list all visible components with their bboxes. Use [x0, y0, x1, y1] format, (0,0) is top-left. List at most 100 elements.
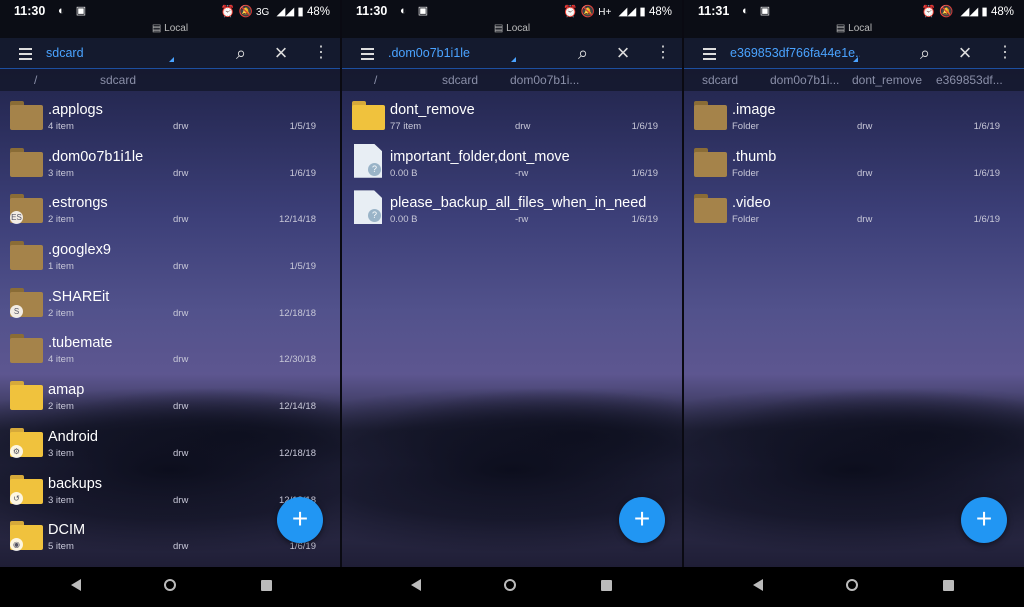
search-icon[interactable]: ⌕: [230, 42, 252, 64]
home-circle-icon[interactable]: [160, 577, 180, 597]
network-type: 3G: [255, 7, 270, 18]
add-fab-button[interactable]: +: [619, 497, 665, 543]
alarm-icon: ⏰: [921, 6, 936, 18]
status-time: 11:30: [14, 4, 46, 18]
back-triangle-icon[interactable]: [748, 577, 768, 597]
toolbar: e369853df766fa44e1e... ⌕ × ⋮: [684, 38, 1024, 69]
back-triangle-icon[interactable]: [406, 577, 426, 597]
item-date: 12/18/18: [279, 447, 316, 459]
recent-square-icon[interactable]: [256, 577, 276, 597]
path-field[interactable]: e369853df766fa44e1e...: [730, 44, 860, 62]
list-item[interactable]: .video Folder drw 1/6/19: [684, 185, 1024, 232]
item-permissions: -rw: [515, 214, 529, 226]
more-vert-icon[interactable]: ⋮: [994, 42, 1016, 64]
folder-icon: ES: [10, 194, 43, 225]
add-fab-button[interactable]: +: [277, 497, 323, 543]
item-name: .SHAREit: [48, 288, 110, 305]
item-date: 1/6/19: [631, 167, 658, 179]
item-permissions: drw: [173, 401, 189, 413]
item-permissions: drw: [173, 261, 189, 273]
list-item[interactable]: S .SHAREit 2 item drw 12/18/18: [0, 279, 340, 326]
system-nav-bar: [0, 567, 1024, 607]
item-meta: 4 item: [48, 354, 74, 366]
item-permissions: drw: [173, 214, 189, 226]
hamburger-menu-icon[interactable]: [358, 46, 374, 60]
item-meta: Folder: [732, 214, 759, 226]
status-bar: 11:31 ◐ ▣ ⏰ 🔕 ◢◢ ▮ 48%: [684, 0, 1024, 24]
add-fab-button[interactable]: +: [961, 497, 1007, 543]
item-meta: 3 item: [48, 447, 74, 459]
breadcrumb-dom[interactable]: dom0o7b1i...: [510, 69, 579, 91]
home-circle-icon[interactable]: [500, 577, 520, 597]
battery-level: 48%: [990, 6, 1014, 18]
item-name: .video: [732, 195, 771, 212]
list-item[interactable]: ⚙ Android 3 item drw 12/18/18: [0, 419, 340, 466]
item-permissions: drw: [173, 121, 189, 132]
close-icon[interactable]: ×: [612, 42, 634, 64]
local-label: Local: [164, 23, 189, 34]
more-vert-icon[interactable]: ⋮: [652, 42, 674, 64]
item-permissions: drw: [857, 214, 873, 226]
breadcrumb-dont-remove[interactable]: dont_remove: [852, 69, 922, 91]
folder-icon: [10, 334, 43, 364]
breadcrumb-sdcard[interactable]: sdcard: [702, 69, 738, 91]
hamburger-menu-icon[interactable]: [700, 46, 716, 60]
list-item[interactable]: .thumb Folder drw 1/6/19: [684, 139, 1024, 186]
breadcrumb-current[interactable]: e369853df...: [936, 69, 1003, 91]
item-name: .tubemate: [48, 335, 113, 352]
home-circle-icon[interactable]: [842, 577, 862, 597]
item-date: 1/6/19: [973, 214, 1000, 226]
list-item[interactable]: ES .estrongs 2 item drw 12/14/18: [0, 185, 340, 232]
recent-square-icon[interactable]: [596, 577, 616, 597]
screen-panel-1: 11:30 ◐ ▣ ⏰ 🔕 3G ◢◢ ▮ 48% ▤ Local sdcard…: [0, 0, 340, 567]
breadcrumb-dom[interactable]: dom0o7b1i...: [770, 69, 839, 91]
item-name: .googlex9: [48, 242, 111, 259]
path-field[interactable]: .dom0o7b1i1le: [388, 44, 518, 62]
local-label: Local: [506, 23, 531, 34]
storage-label: ▤ Local: [342, 24, 682, 38]
list-item[interactable]: .dom0o7b1i1le 3 item drw 1/6/19: [0, 139, 340, 186]
alarm-icon: ⏰: [220, 6, 236, 18]
breadcrumb-sdcard[interactable]: sdcard: [442, 69, 478, 91]
breadcrumb-root[interactable]: /: [34, 69, 37, 91]
back-triangle-icon[interactable]: [66, 577, 86, 597]
breadcrumb-sdcard[interactable]: sdcard: [100, 69, 136, 91]
item-date: 1/6/19: [631, 214, 658, 226]
breadcrumb-root[interactable]: /: [374, 69, 377, 91]
list-item[interactable]: amap 2 item drw 12/14/18: [0, 372, 340, 419]
search-icon[interactable]: ⌕: [572, 42, 594, 64]
local-icon: ▤: [151, 23, 162, 34]
file-list: .image Folder drw 1/6/19 .thumb Folder drw 1/6/…: [684, 92, 1024, 232]
hamburger-menu-icon[interactable]: [16, 46, 32, 60]
folder-icon: [352, 101, 385, 130]
more-vert-icon[interactable]: ⋮: [310, 42, 332, 64]
folder-icon: [694, 147, 727, 177]
mute-icon: 🔕: [238, 6, 253, 18]
list-item[interactable]: .googlex9 1 item drw 1/5/19: [0, 232, 340, 279]
path-field[interactable]: sdcard: [46, 44, 176, 62]
folder-icon: [10, 147, 43, 177]
list-item[interactable]: ? important_folder,dont_move 0.00 B -rw 1/6/…: [342, 139, 682, 186]
item-meta: 3 item: [48, 167, 74, 179]
breadcrumb: sdcard dom0o7b1i... dont_remove e369853d…: [684, 69, 1024, 91]
search-icon[interactable]: ⌕: [914, 42, 936, 64]
list-item[interactable]: .tubemate 4 item drw 12/30/18: [0, 325, 340, 372]
list-item[interactable]: ? please_backup_all_files_when_in_need 0.0…: [342, 185, 682, 232]
status-time: 11:31: [698, 4, 730, 18]
notification-icons: ◐ ▣: [742, 5, 775, 17]
list-item[interactable]: .applogs 4 item drw 1/5/19: [0, 92, 340, 139]
item-meta: 4 item: [48, 121, 74, 132]
item-meta: 2 item: [48, 401, 74, 413]
close-icon[interactable]: ×: [270, 42, 292, 64]
list-item[interactable]: dont_remove 77 item drw 1/6/19: [342, 92, 682, 139]
close-icon[interactable]: ×: [954, 42, 976, 64]
recent-square-icon[interactable]: [938, 577, 958, 597]
local-label: Local: [848, 23, 873, 34]
list-item[interactable]: .image Folder drw 1/6/19: [684, 92, 1024, 139]
folder-icon: ↺: [10, 474, 43, 505]
folder-icon: ⚙: [10, 427, 43, 458]
item-meta: Folder: [732, 121, 759, 132]
screen-panel-3: 11:31 ◐ ▣ ⏰ 🔕 ◢◢ ▮ 48% ▤ Local e369853df…: [684, 0, 1024, 567]
item-date: 12/30/18: [279, 354, 316, 366]
item-meta: 2 item: [48, 214, 74, 226]
